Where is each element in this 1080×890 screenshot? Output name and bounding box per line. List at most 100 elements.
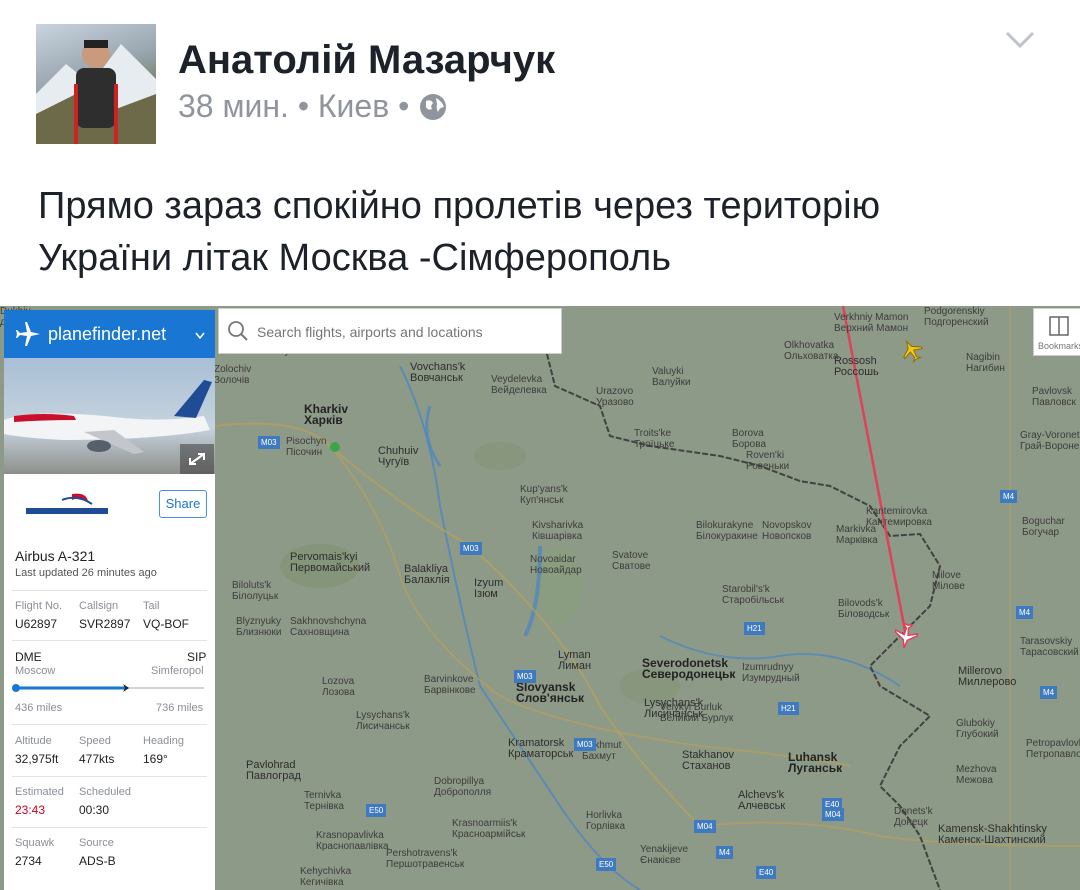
place-name-local: Грай-Воронец xyxy=(1020,441,1080,452)
chevron-down-icon[interactable] xyxy=(195,332,205,340)
estimated-label: Estimated xyxy=(15,786,64,798)
place-name-local: Ольховатка xyxy=(784,351,839,362)
place-name-en: Velykyi Burluk xyxy=(660,702,723,713)
search-input[interactable] xyxy=(255,319,554,345)
place-name-local: Ровеньки xyxy=(746,461,790,472)
map-place-label: Tarasovskiy Тарасовский xyxy=(1020,636,1079,658)
map-place-label: Kharkiv Харків xyxy=(304,403,348,427)
planefinder-logo: planefinder.net xyxy=(48,324,167,344)
origin-city: Moscow xyxy=(15,665,56,677)
map-place-label: Boguchar Богучар xyxy=(1022,516,1065,538)
place-name-en: Kehychivka xyxy=(300,866,352,877)
place-name-local: Чугуїв xyxy=(378,456,410,468)
place-name-local: Бахмут xyxy=(582,751,616,762)
map-place-label: Novoaidar Новоайдар xyxy=(530,554,582,576)
place-name-local: Харків xyxy=(304,413,343,427)
place-name-local: Новоайдар xyxy=(530,565,582,576)
place-name-local: Богучар xyxy=(1022,527,1060,538)
place-name-local: Уразово xyxy=(596,397,634,408)
bookmarks-button[interactable]: Bookmarks xyxy=(1033,308,1080,356)
origin-code[interactable]: DME xyxy=(15,650,42,664)
place-name-local: Білокуракине xyxy=(696,531,758,542)
map-place-label: Slovyansk Слов'янськ xyxy=(516,681,584,705)
place-name-local: Лозова xyxy=(322,687,355,698)
planefinder-logo-bar[interactable]: planefinder.net xyxy=(4,310,215,358)
road-shield: M03 xyxy=(514,670,536,683)
place-name-local: Горлівка xyxy=(586,821,626,832)
source-label: Source xyxy=(79,837,114,849)
place-name-local: Великий Бурлук xyxy=(660,713,734,724)
post-location[interactable]: Киев xyxy=(318,88,389,124)
road-shield: E40 xyxy=(822,798,843,811)
place-name-en: Gray-Voronets xyxy=(1020,430,1080,441)
place-name-local: Алчевськ xyxy=(738,800,786,812)
place-name-local: Кегичівка xyxy=(300,877,344,888)
place-name-en: Pisochyn xyxy=(286,436,327,447)
squawk-label: Squawk xyxy=(15,837,55,849)
place-name-local: Золочів xyxy=(214,375,250,386)
place-name-local: Троїцьке xyxy=(634,439,675,450)
meta-separator: • xyxy=(297,88,310,125)
map-place-label: Kamensk-Shakhtinsky Каменск-Шахтинский xyxy=(938,824,1047,846)
place-name-local: Слов'янськ xyxy=(516,691,584,705)
post-header: Анатолій Мазарчук 38 мин. • Киев • xyxy=(0,0,1080,160)
map-place-label: Barvinkove Барвінкове xyxy=(424,674,476,696)
place-name-en: Troits'ke xyxy=(634,428,672,439)
place-name-en: Sakhnovshchyna xyxy=(290,616,367,627)
map-place-label: Alchevs'k Алчевськ xyxy=(738,790,785,812)
avatar-photo xyxy=(36,40,156,144)
author-avatar[interactable] xyxy=(36,24,156,144)
divider xyxy=(12,827,207,828)
map-place-label: Kehychivka Кегичівка xyxy=(300,866,351,888)
place-name-local: Ізюм xyxy=(474,588,498,600)
map-place-label: PetropavlovkaПетропавловка xyxy=(1026,738,1080,760)
place-name-local: Білолуцьк xyxy=(232,591,279,602)
map-place-label: Severodonetsk Северодонецьк xyxy=(642,657,735,680)
road-shield: M03 xyxy=(258,436,280,449)
road-shield: M4 xyxy=(716,846,734,859)
place-name-local: Балаклія xyxy=(404,574,450,586)
map-place-label: Veydelevka Вейделевка xyxy=(491,374,547,396)
place-name-local: Межова xyxy=(956,775,993,786)
map-place-label: Izumrudnyy Изумрудный xyxy=(742,662,800,684)
airplane-icon xyxy=(16,322,40,346)
map-place-label: Pershotravens'k Першотравенськ xyxy=(386,848,464,870)
destination-code[interactable]: SIP xyxy=(187,650,206,664)
place-name-en: Donets'k xyxy=(894,806,933,817)
map-place-label: Biloluts'k Білолуцьк xyxy=(232,580,278,602)
post-meta: 38 мин. • Киев • xyxy=(178,86,448,125)
place-name-local: Миллерово xyxy=(958,676,1017,688)
post-time[interactable]: 38 мин. xyxy=(178,88,289,124)
place-name-en: Kantemirovka xyxy=(866,506,928,517)
map-place-label: Izyum Ізюм xyxy=(474,578,503,600)
map-place-label: Luhansk Луганськ xyxy=(788,751,842,774)
place-name-local: Сахновщина xyxy=(290,627,350,638)
speed: 477kts xyxy=(79,752,115,766)
place-name-local: Верхний Мамон xyxy=(834,323,909,334)
place-name-local: Вовчанськ xyxy=(410,372,463,384)
place-name-en: Pershotravens'k xyxy=(386,848,458,859)
search-box[interactable] xyxy=(218,308,562,354)
place-name-en: Blyznyuky xyxy=(236,616,282,627)
share-button[interactable]: Share xyxy=(159,490,207,518)
map-place-label: Bilokurakyne Білокуракине xyxy=(696,520,758,542)
flight-no: U62897 xyxy=(15,617,58,631)
road-shield: M04 xyxy=(694,820,716,833)
post-text: Прямо зараз спокійно пролетів через тери… xyxy=(38,180,1048,284)
author-name[interactable]: Анатолій Мазарчук xyxy=(178,38,555,83)
road-shield: M03 xyxy=(574,738,596,751)
place-name-en: Yenakijeve xyxy=(640,844,689,855)
scheduled-time: 00:30 xyxy=(79,803,110,817)
map-place-label: Pisochyn Пісочин xyxy=(286,436,327,458)
road-shield: M03 xyxy=(460,542,482,555)
aircraft-photo xyxy=(4,358,215,474)
map-place-label: Millerovo Миллерово xyxy=(958,666,1016,688)
ural-airlines-logo xyxy=(22,490,112,520)
place-name-local: Ківшарівка xyxy=(532,531,583,542)
meta-separator: • xyxy=(398,88,410,125)
expand-icon xyxy=(189,453,205,465)
expand-photo-button[interactable] xyxy=(180,444,214,474)
post-menu-chevron-down-icon[interactable] xyxy=(1004,28,1036,52)
map-place-label: Gray-Voronets Грай-Воронец xyxy=(1020,430,1080,452)
place-name-en: Krasnopavlivka xyxy=(316,830,384,841)
